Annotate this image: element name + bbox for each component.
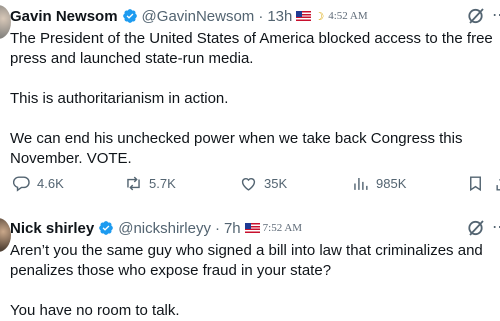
us-flag-icon [296,11,312,21]
reply-count: 4.6K [37,176,64,191]
views-icon [354,177,368,190]
tweet-age[interactable]: 13h [267,8,292,25]
repost-icon [127,176,140,191]
like-button[interactable]: 35K [239,174,287,193]
like-count: 35K [264,176,288,191]
verified-badge-icon [122,8,138,24]
tweet-text: The President of the United States of Am… [10,30,493,167]
tweet-header: Gavin Newsom @GavinNewsom · 13h ☽ 4:52 A… [10,6,368,26]
repost-count: 5.7K [149,176,176,191]
separator: · [214,219,220,237]
author-name[interactable]: Gavin Newsom [10,8,118,25]
us-flag-icon [244,223,260,233]
tweet-actions: 4.6K 5.7K 35K 985K [10,174,500,196]
extension-timestamp: 4:52 AM [328,10,368,22]
bookmark-icon [470,176,481,192]
tweet-header: Nick shirley @nickshirleyy · 7h 7:52 AM [10,218,302,238]
grok-icon[interactable] [466,6,486,26]
author-handle[interactable]: @nickshirleyy [118,220,211,237]
verified-badge-icon [98,220,114,236]
views-button[interactable]: 985K [351,174,406,193]
grok-icon[interactable] [466,218,486,238]
extension-timestamp: 7:52 AM [262,222,303,234]
separator: · [258,7,264,25]
moon-icon: ☽ [314,10,325,23]
tweet-nick-shirley[interactable]: Nick shirley @nickshirleyy · 7h 7:52 AM … [0,210,500,319]
views-count: 985K [376,176,407,191]
tweet-gavin-newsom[interactable]: Gavin Newsom @GavinNewsom · 13h ☽ 4:52 A… [0,0,500,210]
more-icon[interactable]: ⋯ [492,218,500,238]
tweet-text: Aren’t you the same guy who signed a bil… [10,242,483,319]
author-name[interactable]: Nick shirley [10,220,94,237]
tweet-age[interactable]: 7h [224,220,241,237]
share-button[interactable] [494,174,500,193]
share-icon [496,178,500,191]
repost-button[interactable]: 5.7K [124,174,176,193]
more-icon[interactable]: ⋯ [492,6,500,26]
reply-icon [12,176,30,192]
reply-button[interactable]: 4.6K [12,174,64,193]
author-handle[interactable]: @GavinNewsom [142,8,255,25]
like-icon [241,178,256,191]
bookmark-button[interactable] [466,174,491,193]
